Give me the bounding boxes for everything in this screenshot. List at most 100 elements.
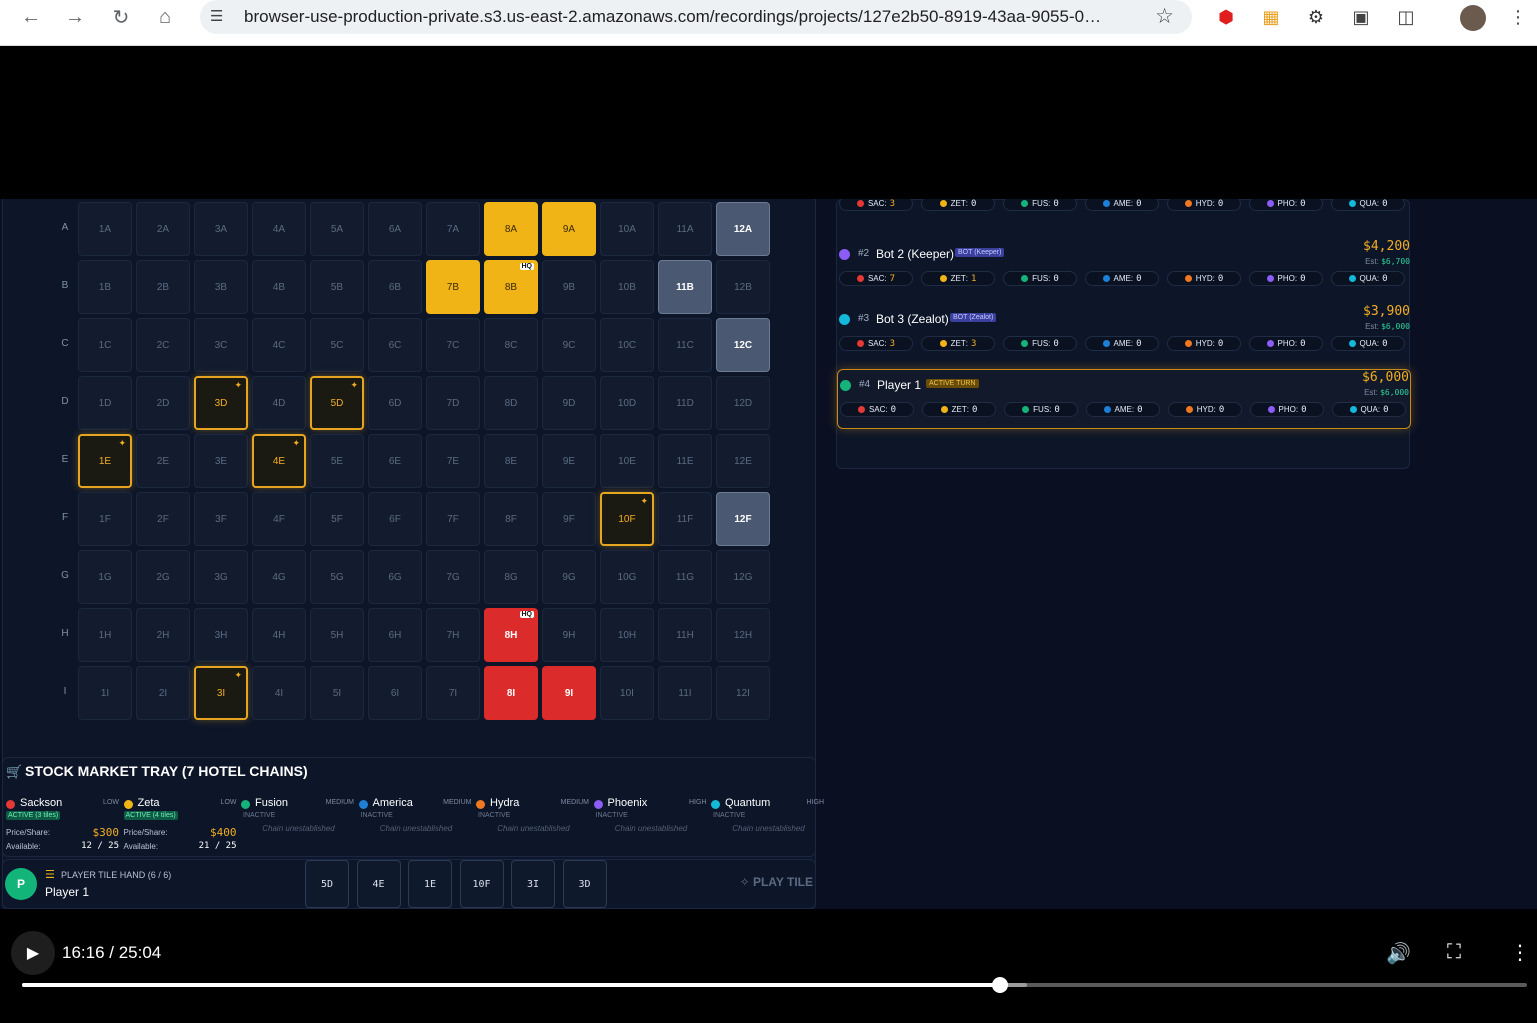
board-cell[interactable]: 2F bbox=[136, 492, 190, 546]
gear-extension-icon[interactable]: ⚙ bbox=[1304, 5, 1328, 29]
board-cell[interactable]: 6G bbox=[368, 550, 422, 604]
board-cell[interactable]: 7H bbox=[426, 608, 480, 662]
board-cell[interactable]: 3F bbox=[194, 492, 248, 546]
image-extension-icon[interactable]: ▦ bbox=[1259, 5, 1283, 29]
board-cell[interactable]: 12E bbox=[716, 434, 770, 488]
board-cell[interactable]: 10H bbox=[600, 608, 654, 662]
board-cell[interactable]: 10D bbox=[600, 376, 654, 430]
board-cell[interactable]: 10I bbox=[600, 666, 654, 720]
board-cell[interactable]: 3I ✦ bbox=[194, 666, 248, 720]
puzzle-extensions-icon[interactable]: ◫ bbox=[1394, 5, 1418, 29]
board-cell[interactable]: 11H bbox=[658, 608, 712, 662]
play-button[interactable]: ▶ bbox=[11, 931, 55, 975]
board-cell[interactable]: 7F bbox=[426, 492, 480, 546]
board-cell[interactable]: 2E bbox=[136, 434, 190, 488]
board-cell[interactable]: 4G bbox=[252, 550, 306, 604]
board-cell[interactable]: 12D bbox=[716, 376, 770, 430]
board-cell[interactable]: 1H bbox=[78, 608, 132, 662]
board-cell[interactable]: 1C bbox=[78, 318, 132, 372]
hand-tile[interactable]: 1E bbox=[408, 860, 452, 908]
board-cell[interactable]: 10C bbox=[600, 318, 654, 372]
board-cell[interactable]: 8B HQ bbox=[484, 260, 538, 314]
board-cell[interactable]: 11E bbox=[658, 434, 712, 488]
play-tile-button[interactable]: ✧ PLAY TILE bbox=[740, 875, 813, 889]
board-cell[interactable]: 8C bbox=[484, 318, 538, 372]
board-cell[interactable]: 9E bbox=[542, 434, 596, 488]
board-cell[interactable]: 5F bbox=[310, 492, 364, 546]
board-cell[interactable]: 4A bbox=[252, 202, 306, 256]
board-cell[interactable]: 10B bbox=[600, 260, 654, 314]
board-cell[interactable]: 4E ✦ bbox=[252, 434, 306, 488]
board-cell[interactable]: 8G bbox=[484, 550, 538, 604]
hand-tile[interactable]: 3D bbox=[562, 860, 607, 908]
board-cell[interactable]: 9F bbox=[542, 492, 596, 546]
board-cell[interactable]: 6H bbox=[368, 608, 422, 662]
board-cell[interactable]: 8E bbox=[484, 434, 538, 488]
reload-icon[interactable]: ↻ bbox=[108, 4, 134, 30]
board-cell[interactable]: 11F bbox=[658, 492, 712, 546]
board-cell[interactable]: 4H bbox=[252, 608, 306, 662]
adblock-extension-icon[interactable]: ⬢ bbox=[1214, 5, 1238, 29]
board-cell[interactable]: 8A bbox=[484, 202, 538, 256]
board-cell[interactable]: 5B bbox=[310, 260, 364, 314]
board-cell[interactable]: 12I bbox=[716, 666, 770, 720]
board-cell[interactable]: 6I bbox=[368, 666, 422, 720]
board-cell[interactable]: 9C bbox=[542, 318, 596, 372]
board-cell[interactable]: 2B bbox=[136, 260, 190, 314]
board-cell[interactable]: 6B bbox=[368, 260, 422, 314]
board-cell[interactable]: 3G bbox=[194, 550, 248, 604]
hand-tile[interactable]: 4E bbox=[356, 860, 401, 908]
board-cell[interactable]: 7G bbox=[426, 550, 480, 604]
board-cell[interactable]: 8D bbox=[484, 376, 538, 430]
board-cell[interactable]: 5I bbox=[310, 666, 364, 720]
board-cell[interactable]: 4I bbox=[252, 666, 306, 720]
board-cell[interactable]: 2A bbox=[136, 202, 190, 256]
board-cell[interactable]: 3E bbox=[194, 434, 248, 488]
board-cell[interactable]: 12H bbox=[716, 608, 770, 662]
board-cell[interactable]: 4C bbox=[252, 318, 306, 372]
board-cell[interactable]: 7I bbox=[426, 666, 480, 720]
volume-icon[interactable]: 🔊 bbox=[1386, 941, 1411, 966]
board-cell[interactable]: 12F bbox=[716, 492, 770, 546]
board-cell[interactable]: 7E bbox=[426, 434, 480, 488]
menu-kebab-icon[interactable]: ⋮ bbox=[1506, 5, 1530, 29]
back-arrow-icon[interactable]: ← bbox=[18, 4, 44, 30]
board-cell[interactable]: 1E ✦ bbox=[78, 434, 132, 488]
board-cell[interactable]: 3A bbox=[194, 202, 248, 256]
board-cell[interactable]: 7A bbox=[426, 202, 480, 256]
board-cell[interactable]: 11C bbox=[658, 318, 712, 372]
hand-tile[interactable]: 5D bbox=[305, 860, 349, 908]
board-cell[interactable]: 12A bbox=[716, 202, 770, 256]
board-cell[interactable]: 3D ✦ bbox=[194, 376, 248, 430]
board-cell[interactable]: 12C bbox=[716, 318, 770, 372]
board-cell[interactable]: 1D bbox=[78, 376, 132, 430]
board-cell[interactable]: 1B bbox=[78, 260, 132, 314]
board-cell[interactable]: 7B bbox=[426, 260, 480, 314]
board-cell[interactable]: 3C bbox=[194, 318, 248, 372]
board-cell[interactable]: 9H bbox=[542, 608, 596, 662]
board-cell[interactable]: 8H HQ bbox=[484, 608, 538, 662]
board-cell[interactable]: 8F bbox=[484, 492, 538, 546]
board-cell[interactable]: 5E bbox=[310, 434, 364, 488]
fullscreen-icon[interactable]: ⛶ bbox=[1447, 941, 1461, 964]
site-settings-icon[interactable]: ☰ bbox=[210, 7, 230, 27]
board-cell[interactable]: 1G bbox=[78, 550, 132, 604]
board-cell[interactable]: 2G bbox=[136, 550, 190, 604]
board-cell[interactable]: 3B bbox=[194, 260, 248, 314]
board-cell[interactable]: 3H bbox=[194, 608, 248, 662]
board-cell[interactable]: 12G bbox=[716, 550, 770, 604]
board-cell[interactable]: 4F bbox=[252, 492, 306, 546]
forward-arrow-icon[interactable]: → bbox=[62, 4, 88, 30]
hand-tile[interactable]: 10F bbox=[459, 860, 504, 908]
board-cell[interactable]: 4D bbox=[252, 376, 306, 430]
board-cell[interactable]: 11G bbox=[658, 550, 712, 604]
board-cell[interactable]: 6D bbox=[368, 376, 422, 430]
board-cell[interactable]: 11A bbox=[658, 202, 712, 256]
board-cell[interactable]: 10A bbox=[600, 202, 654, 256]
board-cell[interactable]: 5A bbox=[310, 202, 364, 256]
board-cell[interactable]: 2D bbox=[136, 376, 190, 430]
board-cell[interactable]: 12B bbox=[716, 260, 770, 314]
board-cell[interactable]: 7C bbox=[426, 318, 480, 372]
hand-tile[interactable]: 3I bbox=[511, 860, 555, 908]
board-cell[interactable]: 2H bbox=[136, 608, 190, 662]
